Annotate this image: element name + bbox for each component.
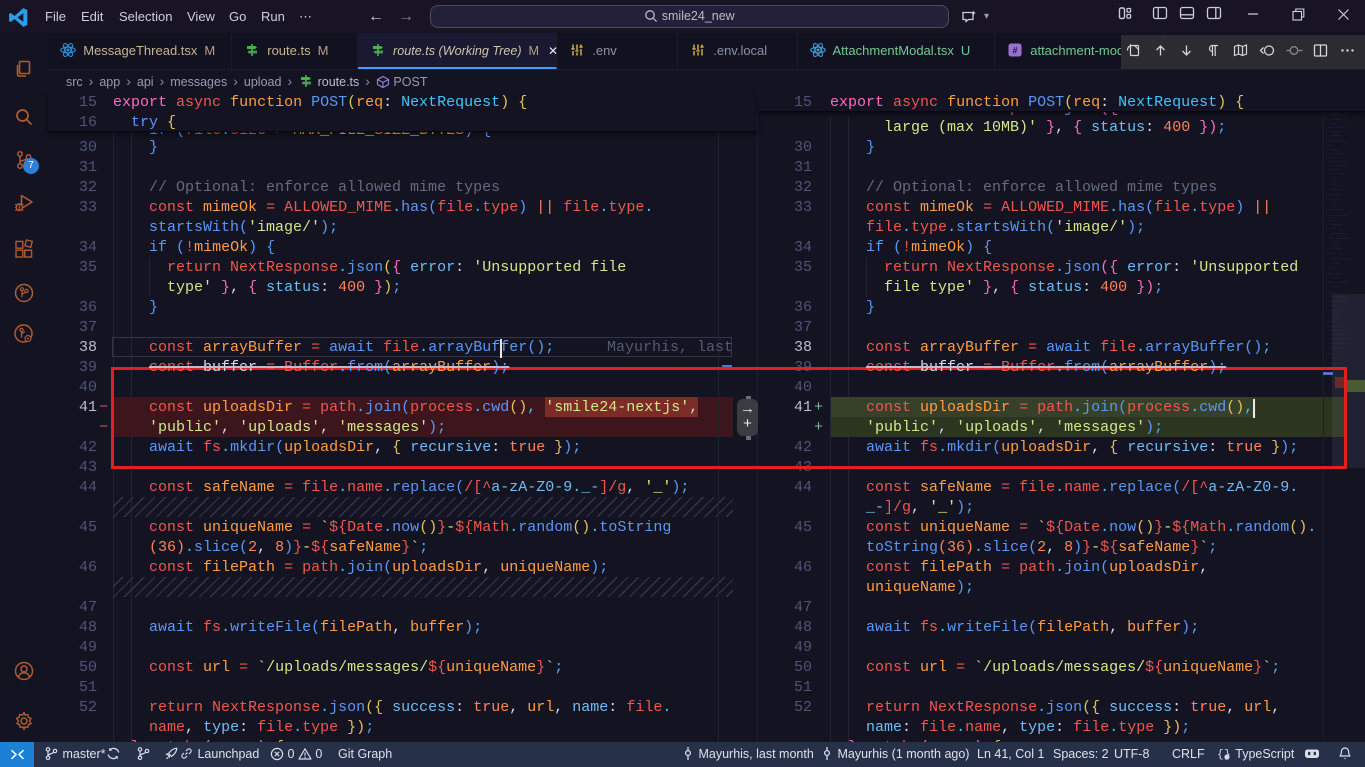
svg-text:#: # <box>1012 46 1017 56</box>
svg-text:{: { <box>1217 749 1224 761</box>
